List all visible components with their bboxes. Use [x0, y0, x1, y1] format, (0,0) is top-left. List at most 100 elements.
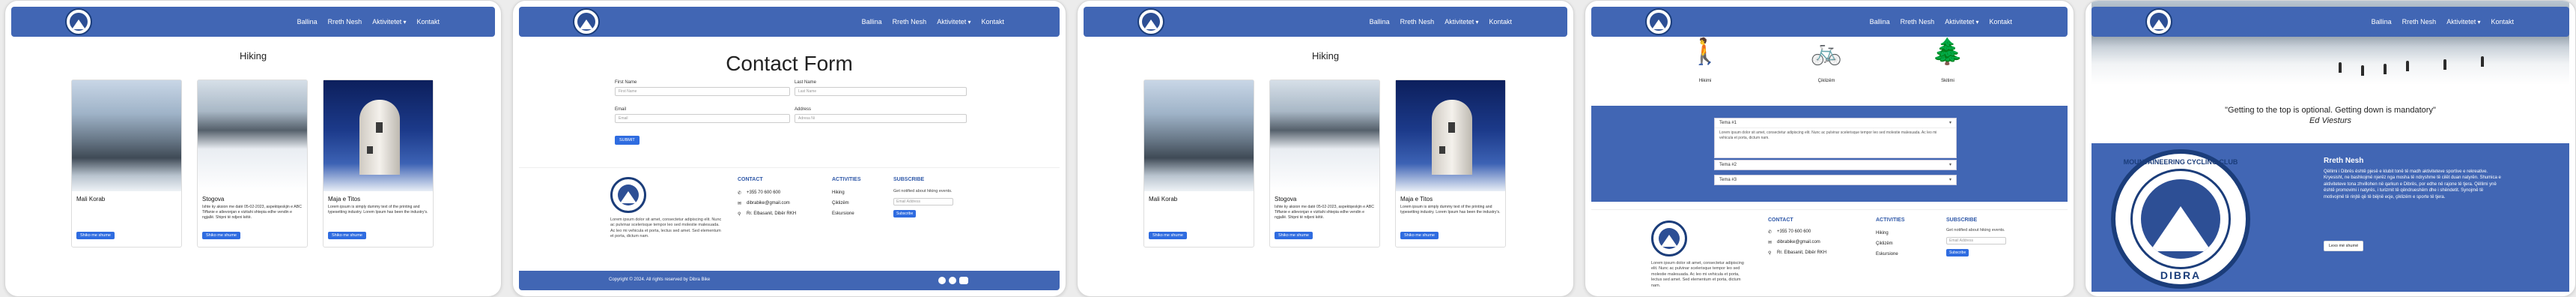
nav-contact[interactable]: Kontakt	[1489, 18, 1512, 26]
nav-menu: Ballina Rreth Nesh Aktivitetet Kontakt	[2372, 7, 2514, 37]
phone-icon: ✆	[1768, 230, 1772, 235]
footer-phone[interactable]: +355 70 600 600	[1777, 230, 1811, 234]
nav-about[interactable]: Rreth Nesh	[1901, 18, 1935, 26]
youtube-icon[interactable]	[959, 277, 968, 284]
hike-card-desc: Ishte ky aksion me datë 05-02-2023, aspe…	[1275, 205, 1374, 220]
hike-card-button[interactable]: Shiko me shume	[328, 232, 366, 239]
nav-activities-dropdown[interactable]: Aktivitetet	[1445, 18, 1478, 26]
nav-activities-dropdown[interactable]: Aktivitetet	[937, 18, 970, 26]
read-more-button[interactable]: Lexo më shumë	[2324, 241, 2364, 251]
navbar: Ballina Rreth Nesh Aktivitetet Kontakt	[11, 7, 495, 37]
nav-contact[interactable]: Kontakt	[416, 18, 440, 26]
footer: Lorem ipsum dolor sit amet, consectetur …	[1591, 209, 2068, 292]
bicycle-icon[interactable]: 🚲	[1811, 37, 1842, 67]
hike-card-title: Stogova	[1275, 196, 1297, 202]
accordion-item[interactable]: Tema #1 Lorem ipsum dolor sit amet, cons…	[1714, 118, 1957, 158]
nav-home[interactable]: Ballina	[862, 18, 882, 26]
hike-card-desc: Lorem ipsum is simply dummy text of the …	[1400, 205, 1501, 215]
footer-activity-link[interactable]: Eskursione	[1876, 252, 1898, 256]
footer-email[interactable]: dibrabike@gmail.com	[1777, 240, 1820, 244]
hiking-page-panel: Ballina Rreth Nesh Aktivitetet Kontakt H…	[1077, 0, 1574, 297]
nav-activities-dropdown[interactable]: Aktivitetet	[2446, 18, 2480, 26]
nav-home[interactable]: Ballina	[1870, 18, 1890, 26]
navbar: Ballina Rreth Nesh Aktivitetet Kontakt	[2092, 7, 2569, 37]
accordion-item[interactable]: Tema #3	[1714, 175, 1957, 185]
footer-activities-heading: ACTIVITIES	[832, 177, 861, 182]
nav-about[interactable]: Rreth Nesh	[328, 18, 362, 26]
address-input[interactable]: Adresa Ni	[795, 114, 967, 123]
hike-card-button[interactable]: Shiko me shume	[1275, 232, 1313, 239]
section-title: Hiking	[239, 50, 267, 62]
nav-contact[interactable]: Kontakt	[981, 18, 1004, 26]
nav-activities-dropdown[interactable]: Aktivitetet	[372, 18, 406, 26]
hike-card-button[interactable]: Shiko me shume	[1400, 232, 1439, 239]
mail-icon: ✉	[1768, 241, 1772, 245]
club-logo[interactable]	[1137, 8, 1164, 35]
nav-activities-dropdown[interactable]: Aktivitetet	[1945, 18, 1978, 26]
subscribe-email-input[interactable]: Email Address	[1946, 237, 2006, 244]
hike-card-button[interactable]: Shiko me shume	[202, 232, 240, 239]
navbar: Ballina Rreth Nesh Aktivitetet Kontakt	[1084, 7, 1567, 37]
submit-button[interactable]: SUBMIT	[615, 136, 640, 145]
footer-phone[interactable]: +355 70 600 600	[747, 190, 780, 195]
mail-icon: ✉	[738, 202, 742, 206]
footer-about-text: Lorem ipsum dolor sit amet, consectetur …	[1651, 261, 1744, 288]
quote-text: "Getting to the top is optional. Getting…	[2225, 106, 2436, 115]
hiker-icon[interactable]: 🚶	[1689, 37, 1721, 67]
about-text: Qëllimi i Dibrës është pjesë e klubit to…	[2324, 170, 2501, 200]
footer-email[interactable]: dibrabike@gmail.com	[747, 201, 790, 206]
activity-label: Hikimi	[1698, 79, 1712, 83]
location-icon: ⚲	[1768, 251, 1772, 256]
hike-card-title: Mali Korab	[76, 196, 106, 202]
accordion-body: Lorem ipsum dolor sit amet, consectetur …	[1715, 128, 1956, 158]
instagram-icon[interactable]	[949, 277, 956, 284]
subscribe-button[interactable]: Subscribe	[893, 210, 917, 218]
hike-card-title: Maja e Titos	[1400, 196, 1433, 202]
nav-contact[interactable]: Kontakt	[2491, 18, 2514, 26]
footer-activities-heading: ACTIVITIES	[1876, 218, 1905, 223]
hike-card: Mali Korab Shiko me shume	[1143, 80, 1254, 248]
subscribe-email-input[interactable]: Email Address	[893, 198, 953, 206]
hike-card-button[interactable]: Shiko me shume	[1149, 232, 1187, 239]
hike-card-title: Maja e Titos	[328, 196, 361, 202]
subscribe-button[interactable]: Subscribe	[1946, 249, 1969, 256]
footer-activity-link[interactable]: Hiking	[832, 190, 845, 195]
nav-menu: Ballina Rreth Nesh Aktivitetet Kontakt	[1870, 7, 2012, 37]
hike-card-title: Mali Korab	[1149, 196, 1178, 202]
accordion-header[interactable]: Tema #1	[1715, 118, 1956, 128]
nav-about[interactable]: Rreth Nesh	[1400, 18, 1435, 26]
footer-activity-link[interactable]: Çiklizëm	[1876, 242, 1893, 246]
hike-card: Maja e Titos Lorem ipsum is simply dummy…	[323, 80, 434, 248]
tree-icon[interactable]: 🌲	[1932, 37, 1963, 67]
last-name-input[interactable]: Last Name	[795, 87, 967, 96]
activity-label: Çiklizëm	[1817, 79, 1835, 83]
address-label: Address	[795, 107, 812, 112]
hike-card-button[interactable]: Shiko me shume	[76, 232, 115, 239]
nav-home[interactable]: Ballina	[2372, 18, 2392, 26]
nav-about[interactable]: Rreth Nesh	[893, 18, 927, 26]
club-logo[interactable]	[65, 8, 92, 35]
footer-address: Rr. Elbasanit, Dibër RKH	[1777, 250, 1827, 255]
nav-about[interactable]: Rreth Nesh	[2402, 18, 2437, 26]
accordion-item[interactable]: Tema #2	[1714, 160, 1957, 170]
footer-subscribe-heading: SUBSCRIBE	[1946, 218, 1978, 223]
footer-contact-heading: CONTACT	[1768, 218, 1793, 223]
quote-author: Ed Viesturs	[2309, 116, 2352, 125]
section-title: Hiking	[1311, 50, 1340, 62]
footer-contact-heading: CONTACT	[738, 177, 763, 182]
accordion-header[interactable]: Tema #2	[1715, 160, 1956, 170]
nav-contact[interactable]: Kontakt	[1989, 18, 2012, 26]
hike-card-image	[1396, 80, 1505, 191]
nav-home[interactable]: Ballina	[297, 18, 318, 26]
club-logo[interactable]	[1645, 8, 1672, 35]
club-logo[interactable]	[573, 8, 600, 35]
club-logo[interactable]	[2145, 8, 2172, 35]
facebook-icon[interactable]	[938, 277, 946, 284]
footer-activity-link[interactable]: Çiklizëm	[832, 201, 849, 206]
first-name-input[interactable]: First Name	[615, 87, 790, 96]
nav-home[interactable]: Ballina	[1370, 18, 1390, 26]
footer-activity-link[interactable]: Hiking	[1876, 231, 1889, 236]
footer-activity-link[interactable]: Eskursione	[832, 212, 854, 216]
email-input[interactable]: Email	[615, 114, 790, 123]
accordion-header[interactable]: Tema #3	[1715, 176, 1956, 184]
